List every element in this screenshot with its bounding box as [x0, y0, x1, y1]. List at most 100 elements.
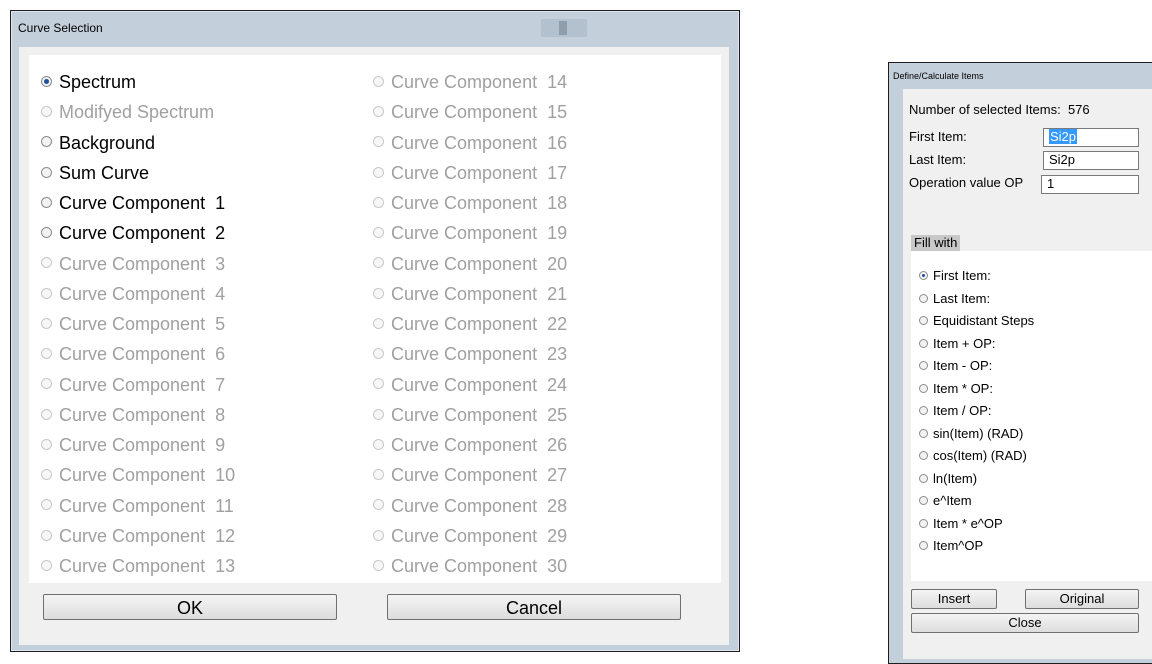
radio-selected-icon[interactable] — [919, 271, 928, 281]
operation-value-field[interactable]: 1 — [1041, 175, 1139, 194]
fill-option-label: Item + OP: — [933, 335, 996, 351]
radio-unselected-icon[interactable] — [919, 451, 928, 461]
curve-radio-panel: Spectrum Modifyed Spectrum Background Sum C… — [29, 55, 721, 583]
radio-unselected-icon[interactable] — [41, 136, 52, 148]
curve-option-label: Curve Component 19 — [391, 223, 568, 244]
selected-items-count: Number of selected Items: 576 — [909, 102, 1090, 117]
fill-radio-option[interactable]: Item - OP: — [919, 357, 992, 375]
original-button[interactable]: Original — [1025, 589, 1139, 609]
radio-unselected-icon — [41, 529, 52, 541]
curve-radio-option[interactable]: Curve Component 2 — [41, 222, 225, 244]
window-title: Define/Calculate Items — [893, 71, 984, 81]
radio-unselected-icon — [373, 257, 384, 269]
fill-option-label: Last Item: — [933, 290, 991, 306]
last-item-field[interactable]: Si2p — [1043, 151, 1139, 170]
radio-unselected-icon — [373, 529, 384, 541]
radio-unselected-icon[interactable] — [919, 383, 928, 393]
curve-radio-option[interactable]: Background — [41, 132, 155, 154]
curve-option-label: Curve Component 21 — [391, 283, 568, 304]
radio-unselected-icon — [373, 499, 384, 511]
fill-radio-option[interactable]: Last Item: — [919, 290, 990, 308]
radio-unselected-icon — [373, 559, 384, 571]
curve-option-label: Curve Component 23 — [391, 344, 568, 365]
first-item-field[interactable]: Si2p — [1043, 128, 1139, 147]
curve-option-label: Curve Component 20 — [391, 253, 568, 274]
fill-option-label: e^Item — [933, 493, 972, 508]
curve-radio-option: Curve Component 18 — [373, 192, 567, 214]
radio-unselected-icon — [373, 317, 384, 329]
radio-unselected-icon — [373, 75, 384, 87]
close-button[interactable]: Close — [911, 613, 1139, 633]
curve-radio-option: Curve Component 14 — [373, 71, 567, 93]
curve-radio-option: Curve Component 17 — [373, 162, 567, 184]
radio-unselected-icon[interactable] — [919, 428, 928, 438]
curve-radio-option: Curve Component 9 — [41, 434, 225, 456]
radio-unselected-icon — [373, 166, 384, 178]
curve-radio-option: Curve Component 3 — [41, 253, 225, 275]
fill-option-label: ln(Item) — [933, 470, 978, 486]
fill-option-label: Item * OP: — [933, 380, 993, 396]
curve-radio-option[interactable]: Sum Curve — [41, 162, 149, 184]
curve-option-label: Curve Component 17 — [391, 162, 568, 183]
curve-radio-option: Modifyed Spectrum — [41, 101, 214, 123]
radio-unselected-icon[interactable] — [919, 473, 928, 483]
radio-unselected-icon[interactable] — [919, 406, 928, 416]
radio-unselected-icon — [373, 196, 384, 208]
ok-button[interactable]: OK — [43, 594, 337, 620]
curve-radio-option: Curve Component 27 — [373, 464, 567, 486]
fill-radio-option[interactable]: e^Item — [919, 492, 972, 510]
radio-unselected-icon — [41, 559, 52, 571]
radio-unselected-icon[interactable] — [919, 316, 928, 326]
curve-radio-option: Curve Component 28 — [373, 495, 567, 517]
curve-option-label: Spectrum — [59, 72, 137, 92]
fill-radio-option[interactable]: Item + OP: — [919, 335, 996, 353]
curve-option-label: Curve Component 14 — [391, 72, 568, 92]
curve-radio-option: Curve Component 12 — [41, 525, 235, 547]
fill-with-label: Fill with — [911, 235, 961, 251]
fill-radio-option[interactable]: Item * e^OP — [919, 515, 1003, 533]
curve-option-label: Modifyed Spectrum — [59, 102, 215, 123]
radio-unselected-icon[interactable] — [919, 518, 928, 528]
cancel-button[interactable]: Cancel — [387, 594, 681, 620]
curve-option-label: Sum Curve — [59, 162, 150, 183]
radio-unselected-icon[interactable] — [919, 541, 928, 551]
fill-radio-option[interactable]: Item * OP: — [919, 380, 993, 398]
fill-radio-option[interactable]: Item / OP: — [919, 402, 992, 420]
radio-unselected-icon[interactable] — [919, 338, 928, 348]
curve-option-label: Curve Component 16 — [391, 132, 568, 153]
first-item-label: First Item: — [909, 129, 967, 144]
radio-unselected-icon — [41, 378, 52, 390]
fill-radio-option[interactable]: Item^OP — [919, 537, 983, 555]
curve-radio-option[interactable]: Spectrum — [41, 71, 136, 93]
radio-unselected-icon[interactable] — [919, 293, 928, 303]
radio-selected-icon[interactable] — [41, 75, 52, 87]
radio-unselected-icon — [373, 136, 384, 148]
window-title: Curve Selection — [18, 21, 103, 35]
curve-option-label: Curve Component 2 — [59, 223, 226, 244]
curve-radio-option: Curve Component 30 — [373, 555, 567, 577]
radio-unselected-icon[interactable] — [919, 496, 928, 506]
fill-with-group: First Item: Last Item: Equidistant Steps It… — [911, 251, 1152, 581]
curve-radio-option[interactable]: Curve Component 1 — [41, 192, 225, 214]
fill-radio-option[interactable]: cos(Item) (RAD) — [919, 447, 1027, 465]
radio-unselected-icon[interactable] — [41, 166, 52, 178]
fill-radio-option[interactable]: Equidistant Steps — [919, 312, 1034, 330]
curve-option-label: Curve Component 3 — [59, 253, 226, 274]
fill-radio-option[interactable]: ln(Item) — [919, 470, 977, 488]
curve-option-label: Curve Component 13 — [59, 556, 236, 576]
fill-option-label: Item^OP — [933, 538, 984, 553]
curve-option-label: Curve Component 24 — [391, 374, 568, 395]
curve-radio-option: Curve Component 16 — [373, 132, 567, 154]
radio-unselected-icon — [373, 378, 384, 390]
dialog-client-area: Number of selected Items: 576 First Item… — [903, 89, 1152, 659]
curve-option-label: Curve Component 18 — [391, 193, 568, 213]
radio-unselected-icon[interactable] — [919, 361, 928, 371]
radio-unselected-icon[interactable] — [41, 227, 52, 238]
insert-button[interactable]: Insert — [911, 589, 997, 609]
radio-unselected-icon — [41, 438, 52, 450]
radio-unselected-icon[interactable] — [41, 196, 52, 208]
fill-radio-option[interactable]: First Item: — [919, 267, 991, 285]
curve-option-label: Background — [59, 132, 156, 153]
radio-unselected-icon — [41, 317, 52, 329]
fill-radio-option[interactable]: sin(Item) (RAD) — [919, 425, 1023, 443]
